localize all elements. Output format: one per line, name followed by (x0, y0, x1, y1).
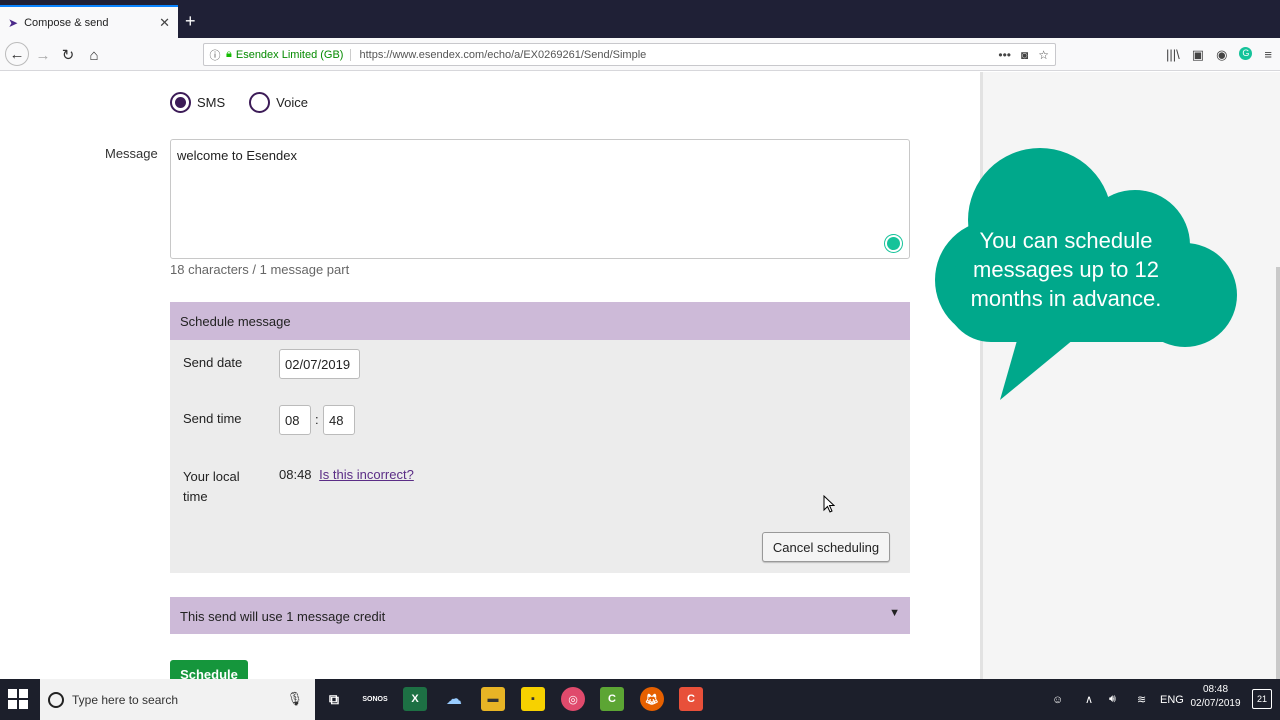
microphone-icon[interactable]: 🎙︎ (286, 691, 303, 707)
callout-line-3: months in advance. (970, 286, 1162, 311)
new-tab-icon[interactable]: + (185, 12, 196, 30)
message-credit-bar[interactable]: This send will use 1 message credit ▼ (170, 597, 910, 634)
account-icon[interactable]: ◉ (1216, 47, 1227, 63)
tab-title: Compose & send (24, 16, 109, 29)
menu-hamburger-icon[interactable]: ≡ (1264, 47, 1272, 63)
search-placeholder: Type here to search (72, 692, 179, 707)
clock-date: 02/07/2019 (1190, 698, 1241, 709)
page-actions-icon[interactable]: ••• (998, 48, 1011, 62)
grammarly-icon[interactable]: G (1239, 47, 1253, 60)
taskbar-clock[interactable]: 08:48 02/07/2019 (1188, 683, 1243, 711)
wifi-icon[interactable]: ≋ (1137, 679, 1146, 720)
local-time-label-line2: time (183, 489, 208, 504)
radio-sms[interactable]: SMS (170, 92, 225, 113)
local-time-label-line1: Your local (183, 469, 240, 484)
file-explorer-icon[interactable]: ▬ (481, 687, 505, 711)
lock-icon: 🔒︎ (226, 48, 232, 60)
mouse-cursor-icon (823, 495, 835, 513)
browser-titlebar: ➤ Compose & send ✕ + (0, 0, 1280, 38)
send-date-label: Send date (183, 355, 243, 370)
esendex-favicon-icon: ➤ (8, 15, 19, 30)
radio-voice[interactable]: Voice (249, 92, 308, 113)
local-time-label: Your local time (183, 467, 240, 507)
callout-text: You can schedule messages up to 12 month… (960, 226, 1172, 313)
callout-line-1: You can schedule (979, 228, 1153, 253)
pocket-icon[interactable]: ◙ (1021, 48, 1028, 62)
back-arrow-icon[interactable]: ← (5, 42, 29, 66)
cortana-icon (48, 691, 64, 708)
send-time-minute-input[interactable]: 48 (323, 405, 355, 435)
schedule-button[interactable]: Schedule (170, 660, 248, 679)
page-content: SMS Voice Message welcome to Esendex 18 … (0, 72, 980, 679)
bookmark-star-icon[interactable]: ☆ (1038, 48, 1049, 62)
sonos-icon[interactable]: SONOS (362, 687, 387, 711)
is-this-incorrect-link[interactable]: Is this incorrect? (319, 467, 414, 482)
home-icon[interactable]: ⌂ (83, 44, 105, 66)
close-tab-icon[interactable]: ✕ (159, 15, 170, 31)
taskbar-search[interactable]: Type here to search 🎙︎ (40, 679, 315, 720)
site-identity[interactable]: Esendex Limited (GB) (236, 48, 352, 61)
character-count: 18 characters / 1 message part (170, 262, 350, 277)
credit-text: This send will use 1 message credit (180, 609, 386, 624)
message-label: Message (105, 146, 158, 161)
url-text[interactable]: https://www.esendex.com/echo/a/EX0269261… (359, 49, 998, 61)
radio-voice-label: Voice (276, 95, 308, 110)
windows-start-icon[interactable] (8, 689, 28, 709)
windows-taskbar: Type here to search 🎙︎ ⧉ SONOS X ☁ ▬ ▪ ◎… (0, 679, 1280, 720)
language-indicator[interactable]: ENG (1160, 679, 1184, 720)
sidebar-icon[interactable]: ▣ (1192, 47, 1204, 63)
send-date-input[interactable]: 02/07/2019 (279, 349, 360, 379)
address-bar[interactable]: ⓘ 🔒︎ Esendex Limited (GB) https://www.es… (203, 43, 1056, 66)
time-separator: : (315, 412, 319, 427)
action-center-icon[interactable]: 21 (1252, 689, 1272, 709)
clock-time: 08:48 (1202, 684, 1229, 695)
excel-icon[interactable]: X (403, 687, 427, 711)
send-time-label: Send time (183, 411, 242, 426)
sticky-notes-icon[interactable]: ▪ (521, 687, 545, 711)
show-hidden-icons-chevron-icon[interactable]: ∧ (1085, 679, 1093, 720)
callout-line-2: messages up to 12 (973, 257, 1159, 282)
radio-sms-checked-icon[interactable] (170, 92, 191, 113)
radio-sms-label: SMS (197, 95, 226, 110)
grammarly-status-icon[interactable] (885, 235, 902, 252)
scrollbar[interactable] (1276, 267, 1280, 707)
send-time-hour-input[interactable]: 08 (279, 405, 311, 435)
channel-radio-group: SMS Voice (170, 92, 308, 113)
info-icon[interactable]: ⓘ (204, 47, 226, 63)
forward-arrow-icon[interactable]: → (32, 44, 54, 66)
cancel-scheduling-button[interactable]: Cancel scheduling (762, 532, 890, 562)
local-time-display: 08:48 Is this incorrect? (279, 467, 414, 482)
chevron-down-icon[interactable]: ▼ (889, 607, 900, 619)
camtasia-recorder-icon[interactable]: C (679, 687, 703, 711)
camtasia-icon[interactable]: C (600, 687, 624, 711)
chrome-icon[interactable]: ◎ (561, 687, 585, 711)
radio-voice-unchecked-icon[interactable] (249, 92, 271, 113)
reload-icon[interactable]: ↻ (57, 44, 79, 66)
tab-compose-send[interactable]: ➤ Compose & send ✕ (0, 5, 178, 38)
navigation-toolbar: ← → ↻ ⌂ ⓘ 🔒︎ Esendex Limited (GB) https:… (0, 38, 1280, 71)
local-time-value: 08:48 (279, 467, 312, 482)
message-textarea[interactable]: welcome to Esendex (170, 139, 910, 259)
people-icon[interactable]: ☺ (1052, 679, 1063, 720)
network-app-icon[interactable]: ☁ (442, 687, 466, 711)
task-view-icon[interactable]: ⧉ (322, 687, 346, 711)
library-icon[interactable]: |||\ (1166, 47, 1180, 63)
schedule-panel: Schedule message Send date 02/07/2019 Se… (170, 302, 910, 573)
firefox-icon[interactable]: 🦊︎ (640, 687, 664, 711)
volume-icon[interactable]: 🔊︎ (1109, 679, 1116, 720)
schedule-header: Schedule message (170, 302, 910, 340)
